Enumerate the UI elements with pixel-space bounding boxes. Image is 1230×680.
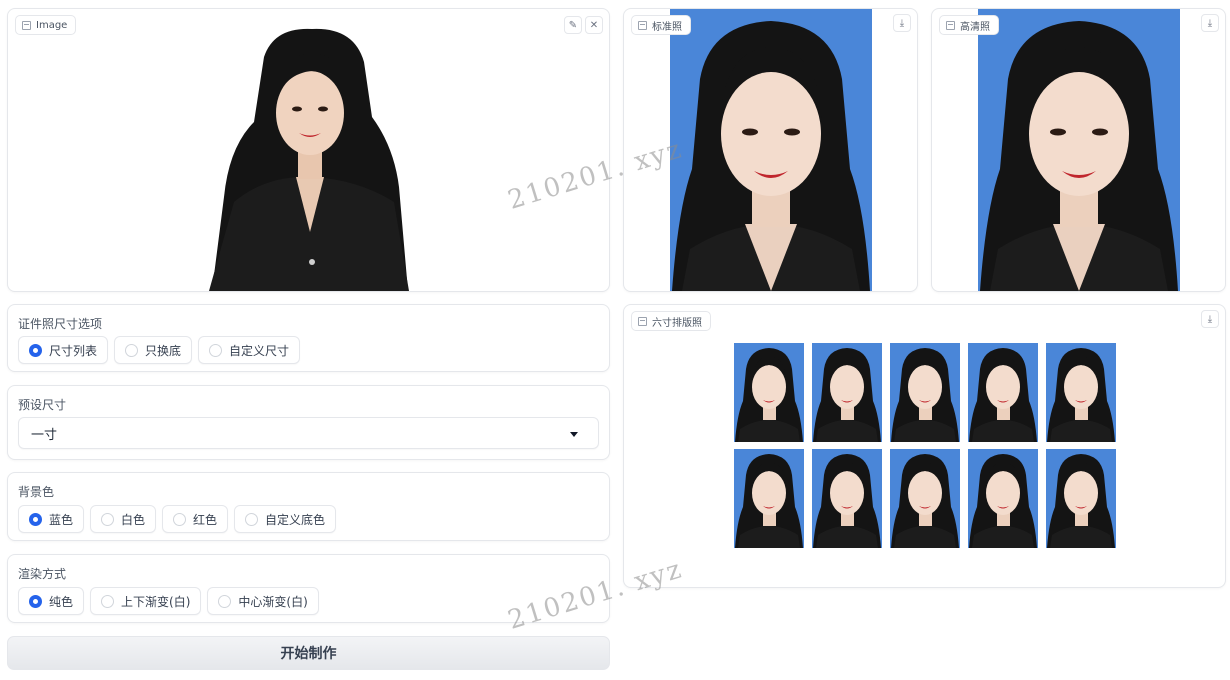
layout-thumbnail (734, 343, 804, 442)
standard-photo-image (670, 9, 872, 291)
radio-dot (125, 343, 139, 357)
preset-size-title: 预设尺寸 (18, 398, 67, 412)
input-image-label: Image (15, 15, 77, 35)
size-options-panel: 证件照尺寸选项 尺寸列表 只换底 自定义尺寸 (7, 304, 610, 372)
portrait-figure (209, 28, 409, 291)
render-option-vertical-gradient[interactable]: 上下渐变(白) (90, 587, 202, 615)
hd-photo-label: 高清照 (939, 15, 999, 35)
render-option-center-gradient[interactable]: 中心渐变(白) (207, 587, 319, 615)
radio-dot (218, 594, 232, 608)
hd-photo-image (978, 9, 1180, 291)
render-mode-title: 渲染方式 (18, 567, 67, 581)
chevron-down-icon (570, 432, 578, 437)
render-mode-group: 纯色 上下渐变(白) 中心渐变(白) (18, 587, 319, 615)
size-option-custom[interactable]: 自定义尺寸 (198, 336, 301, 364)
radio-dot (29, 343, 42, 357)
preset-size-panel: 预设尺寸 一寸 (7, 385, 610, 460)
bg-option-red[interactable]: 红色 (162, 505, 229, 533)
radio-dot (29, 512, 42, 526)
close-icon[interactable]: ✕ (585, 16, 603, 34)
portrait-figure-blue (672, 21, 870, 291)
layout-photo-panel: 六寸排版照 ⤓ (623, 304, 1226, 588)
standard-photo-label: 标准照 (631, 15, 691, 35)
bg-option-blue[interactable]: 蓝色 (18, 505, 85, 533)
layout-thumbnail (1046, 449, 1116, 548)
preset-size-dropdown[interactable]: 一寸 (18, 417, 599, 449)
layout-thumbnail-grid (734, 343, 1116, 548)
download-icon[interactable]: ⤓ (893, 14, 911, 32)
layout-thumbnail (968, 449, 1038, 548)
image-icon (638, 20, 647, 30)
bg-option-custom[interactable]: 自定义底色 (234, 505, 337, 533)
render-option-solid[interactable]: 纯色 (18, 587, 85, 615)
image-icon (638, 316, 647, 326)
layout-photo-label: 六寸排版照 (631, 311, 711, 331)
input-portrait-image (204, 27, 416, 291)
size-options-group: 尺寸列表 只换底 自定义尺寸 (18, 336, 301, 364)
background-color-panel: 背景色 蓝色 白色 红色 自定义底色 (7, 472, 610, 541)
radio-dot (245, 512, 259, 526)
hd-photo-panel: 高清照 ⤓ (931, 8, 1226, 292)
portrait-figure-blue (980, 21, 1178, 291)
image-icon (946, 20, 955, 30)
download-icon[interactable]: ⤓ (1201, 14, 1219, 32)
image-icon (22, 20, 31, 30)
download-icon[interactable]: ⤓ (1201, 310, 1219, 328)
input-image-panel[interactable]: Image ✎ ✕ (7, 8, 610, 292)
size-option-bg-only[interactable]: 只换底 (114, 336, 193, 364)
size-options-title: 证件照尺寸选项 (18, 317, 103, 331)
size-option-list[interactable]: 尺寸列表 (18, 336, 109, 364)
background-color-title: 背景色 (18, 485, 55, 499)
radio-dot (29, 594, 42, 608)
layout-thumbnail (812, 343, 882, 442)
start-button[interactable]: 开始制作 (7, 636, 610, 670)
layout-thumbnail (812, 449, 882, 548)
radio-dot (101, 594, 115, 608)
background-color-group: 蓝色 白色 红色 自定义底色 (18, 505, 337, 533)
radio-dot (173, 512, 187, 526)
layout-thumbnail (1046, 343, 1116, 442)
radio-dot (101, 512, 115, 526)
bg-option-white[interactable]: 白色 (90, 505, 157, 533)
layout-thumbnail (968, 343, 1038, 442)
preset-size-value: 一寸 (31, 427, 58, 443)
layout-thumbnail (890, 343, 960, 442)
pencil-icon[interactable]: ✎ (564, 16, 582, 34)
layout-thumbnail (890, 449, 960, 548)
radio-dot (209, 343, 223, 357)
layout-thumbnail (734, 449, 804, 548)
